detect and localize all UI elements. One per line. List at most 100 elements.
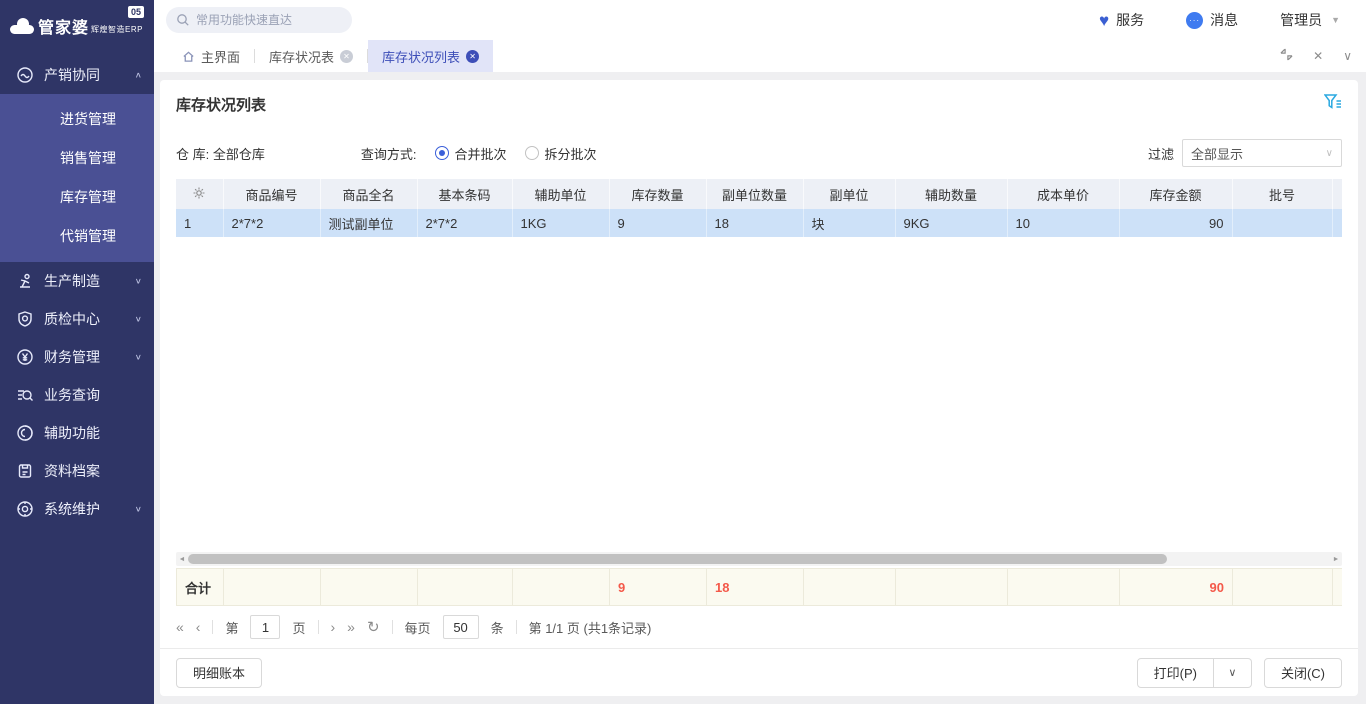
column-settings-cell[interactable] bbox=[176, 179, 223, 209]
col-header[interactable]: 批号 bbox=[1232, 179, 1332, 209]
stock-table: 商品编号 商品全名 基本条码 辅助单位 库存数量 副单位数量 副单位 辅助数量 … bbox=[176, 179, 1342, 237]
tab-close-icon[interactable]: ✕ bbox=[466, 50, 479, 63]
sidebar: 管家婆 辉煌智造ERP 05 产销协同 ∧ 进货管理 销售管理 库存管理 代销管… bbox=[0, 0, 154, 704]
scroll-right-arrow-icon[interactable]: ► bbox=[1330, 552, 1342, 566]
sidebar-item-archives[interactable]: 资料档案 bbox=[0, 452, 154, 490]
tab-home[interactable]: 主界面 bbox=[168, 40, 254, 72]
page-number-input[interactable] bbox=[250, 615, 280, 639]
app-window: 管家婆 辉煌智造ERP 05 产销协同 ∧ 进货管理 销售管理 库存管理 代销管… bbox=[0, 0, 1366, 704]
totals-zone: 合计 9 18 90 bbox=[176, 568, 1342, 606]
close-all-tabs-icon[interactable]: ✕ bbox=[1313, 49, 1323, 63]
stock-list-panel: 库存状况列表 仓 库: 全部仓库 查询方式: bbox=[160, 80, 1358, 696]
col-header[interactable]: 库存金额 bbox=[1119, 179, 1232, 209]
archive-clipboard-icon bbox=[16, 462, 34, 480]
radio-split-batch[interactable]: 拆分批次 bbox=[525, 144, 597, 163]
filter-select[interactable]: 全部显示 ∨ bbox=[1182, 139, 1342, 167]
quick-search[interactable] bbox=[166, 7, 352, 33]
assist-tools-icon bbox=[16, 424, 34, 442]
total-label: 合计 bbox=[177, 569, 224, 606]
sidebar-item-label: 辅助功能 bbox=[44, 423, 142, 443]
close-button[interactable]: 关闭(C) bbox=[1264, 658, 1342, 688]
col-header[interactable]: 辅助数量 bbox=[895, 179, 1007, 209]
tab-close-icon[interactable]: ✕ bbox=[340, 50, 353, 63]
messages-label: 消息 bbox=[1210, 10, 1238, 30]
print-dropdown-button[interactable]: ∨ bbox=[1214, 658, 1252, 688]
version-badge: 05 bbox=[128, 6, 144, 18]
user-menu[interactable]: 管理员 ▼ bbox=[1280, 10, 1340, 30]
col-header[interactable]: 基本条码 bbox=[417, 179, 512, 209]
cell-item-code: 2*7*2 bbox=[223, 209, 320, 237]
scroll-left-arrow-icon[interactable]: ◄ bbox=[176, 552, 188, 566]
search-input[interactable] bbox=[196, 13, 336, 27]
col-header[interactable]: 辅助单位 bbox=[512, 179, 609, 209]
col-header[interactable]: 库存数量 bbox=[609, 179, 706, 209]
query-mode-label: 查询方式: bbox=[361, 144, 417, 163]
sidebar-item-inventory[interactable]: 库存管理 bbox=[0, 178, 154, 217]
table-row-selected[interactable]: 1 2*7*2 测试副单位 2*7*2 1KG 9 18 块 9KG 10 90 bbox=[176, 209, 1342, 237]
col-header[interactable]: 商品全名 bbox=[320, 179, 417, 209]
per-page-input[interactable] bbox=[443, 615, 479, 639]
radio-merge-batch[interactable]: 合并批次 bbox=[435, 144, 507, 163]
col-header[interactable]: 副单位 bbox=[803, 179, 895, 209]
col-header[interactable]: 副单位数量 bbox=[706, 179, 803, 209]
warehouse-value[interactable]: 全部仓库 bbox=[213, 147, 265, 162]
sidebar-group-finance[interactable]: 财务管理 ∨ bbox=[0, 338, 154, 376]
chevron-down-icon: ▼ bbox=[1331, 15, 1340, 25]
radio-selected-icon bbox=[435, 146, 449, 160]
sidebar-item-consignment[interactable]: 代销管理 bbox=[0, 217, 154, 256]
print-button[interactable]: 打印(P) bbox=[1137, 658, 1214, 688]
messages-menu[interactable]: ··· 消息 bbox=[1186, 10, 1238, 30]
tab-stock-list-active[interactable]: 库存状况列表 ✕ bbox=[368, 40, 493, 72]
chevron-down-icon: ∨ bbox=[135, 277, 142, 286]
chevron-down-icon: ∨ bbox=[135, 315, 142, 324]
refresh-icon[interactable]: ↻ bbox=[367, 618, 380, 636]
prev-page-button[interactable]: ‹ bbox=[196, 619, 201, 635]
table-zone: 商品编号 商品全名 基本条码 辅助单位 库存数量 副单位数量 副单位 辅助数量 … bbox=[176, 179, 1342, 237]
cell-barcode: 2*7*2 bbox=[417, 209, 512, 237]
tab-stock-report[interactable]: 库存状况表 ✕ bbox=[255, 40, 367, 72]
sidebar-menu: 产销协同 ∧ 进货管理 销售管理 库存管理 代销管理 生产制造 ∨ bbox=[0, 56, 154, 528]
sidebar-group-system[interactable]: 系统维护 ∨ bbox=[0, 490, 154, 528]
next-page-button[interactable]: › bbox=[331, 619, 336, 635]
sidebar-item-sales[interactable]: 销售管理 bbox=[0, 139, 154, 178]
gear-icon bbox=[192, 186, 206, 200]
filter-row: 仓 库: 全部仓库 查询方式: 合并批次 拆分批次 bbox=[160, 115, 1358, 167]
footer-right-buttons: 打印(P) ∨ 关闭(C) bbox=[1137, 658, 1342, 688]
cell-batch-no bbox=[1232, 209, 1332, 237]
service-menu[interactable]: ♥ 服务 bbox=[1099, 10, 1144, 30]
totals-table: 合计 9 18 90 bbox=[176, 568, 1342, 606]
col-header[interactable]: 成本单价 bbox=[1007, 179, 1119, 209]
col-header[interactable]: 生 bbox=[1332, 179, 1342, 209]
col-header[interactable]: 商品编号 bbox=[223, 179, 320, 209]
filter-label: 过滤 bbox=[1148, 144, 1174, 163]
app-logo: 管家婆 辉煌智造ERP 05 bbox=[0, 0, 154, 52]
chevron-down-icon: ∨ bbox=[135, 353, 142, 362]
horizontal-scrollbar[interactable]: ◄ ► bbox=[176, 552, 1342, 566]
sidebar-item-purchase[interactable]: 进货管理 bbox=[0, 100, 154, 139]
total-stock-amount: 90 bbox=[1120, 569, 1233, 606]
scrollbar-thumb[interactable] bbox=[188, 554, 1167, 564]
brand-suffix: 辉煌智造ERP bbox=[91, 24, 143, 35]
sidebar-item-business-query[interactable]: 业务查询 bbox=[0, 376, 154, 414]
shield-check-icon bbox=[16, 310, 34, 328]
last-page-button[interactable]: » bbox=[347, 619, 355, 635]
sidebar-group-manufacturing[interactable]: 生产制造 ∨ bbox=[0, 262, 154, 300]
panel-header: 库存状况列表 bbox=[160, 80, 1358, 115]
tabbar-tools: ✕ ∨ bbox=[1280, 40, 1352, 72]
sidebar-group-quality[interactable]: 质检中心 ∨ bbox=[0, 300, 154, 338]
warehouse-field: 仓 库: 全部仓库 bbox=[176, 144, 265, 163]
pagination-bar: « ‹ 第 页 › » ↻ 每页 条 第 1/1 页 (共1条记录) bbox=[160, 606, 1358, 648]
first-page-button[interactable]: « bbox=[176, 619, 184, 635]
sidebar-item-assist[interactable]: 辅助功能 bbox=[0, 414, 154, 452]
chevron-down-icon: ∨ bbox=[1326, 148, 1333, 159]
filter-funnel-icon[interactable] bbox=[1324, 94, 1342, 113]
sidebar-group-production-sales[interactable]: 产销协同 ∧ bbox=[0, 56, 154, 94]
detail-ledger-button[interactable]: 明细账本 bbox=[176, 658, 262, 688]
chevron-up-icon: ∧ bbox=[135, 71, 142, 80]
heart-icon: ♥ bbox=[1099, 12, 1109, 29]
tab-list-chevron-icon[interactable]: ∨ bbox=[1343, 49, 1352, 63]
cell-sub-unit-qty: 18 bbox=[706, 209, 803, 237]
cell-aux-qty: 9KG bbox=[895, 209, 1007, 237]
collapse-tabs-icon[interactable] bbox=[1280, 48, 1293, 64]
table-header-row: 商品编号 商品全名 基本条码 辅助单位 库存数量 副单位数量 副单位 辅助数量 … bbox=[176, 179, 1342, 209]
